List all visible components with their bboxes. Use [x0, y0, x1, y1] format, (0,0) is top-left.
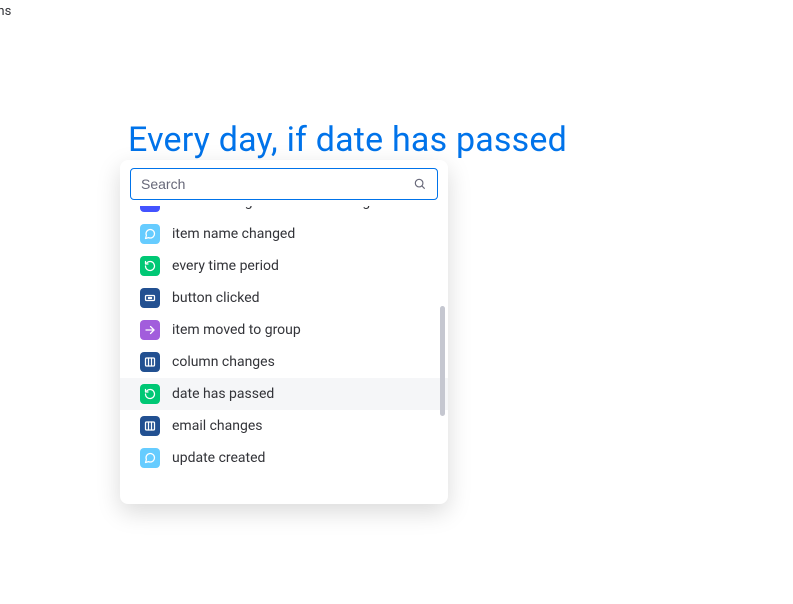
option-item[interactable]: status changes from something to somethi… [120, 206, 448, 218]
chat-bubble-icon [140, 448, 160, 468]
option-label: update created [172, 450, 265, 466]
scrollbar-thumb[interactable] [440, 306, 445, 416]
column-icon [140, 352, 160, 372]
search-input[interactable] [141, 176, 413, 192]
option-item[interactable]: email changes [120, 410, 448, 442]
chat-bubble-icon [140, 224, 160, 244]
option-label: date has passed [172, 386, 274, 402]
status-icon [140, 206, 160, 212]
option-item[interactable]: date has passed [120, 378, 448, 410]
options-list: status changes from something to somethi… [120, 206, 448, 496]
trigger-dropdown: status changes from something to somethi… [120, 160, 448, 504]
search-field[interactable] [130, 168, 438, 200]
option-label: email changes [172, 418, 263, 434]
column-icon [140, 416, 160, 436]
option-label: column changes [172, 354, 275, 370]
truncated-text: ons [0, 4, 11, 19]
button-icon [140, 288, 160, 308]
option-item[interactable]: item moved to group [120, 314, 448, 346]
search-icon [413, 177, 427, 191]
recurring-icon [140, 384, 160, 404]
option-item[interactable]: update created [120, 442, 448, 474]
option-label: button clicked [172, 290, 260, 306]
option-item[interactable]: button clicked [120, 282, 448, 314]
option-label: item moved to group [172, 322, 301, 338]
option-item[interactable]: item name changed [120, 218, 448, 250]
option-label: every time period [172, 258, 279, 274]
sentence-heading: Every day, if date has passed [128, 120, 567, 160]
option-label: status changes from something to somethi… [172, 206, 438, 210]
option-label: item name changed [172, 226, 295, 242]
arrow-right-icon [140, 320, 160, 340]
option-item[interactable]: column changes [120, 346, 448, 378]
recurring-icon [140, 256, 160, 276]
option-item[interactable]: every time period [120, 250, 448, 282]
